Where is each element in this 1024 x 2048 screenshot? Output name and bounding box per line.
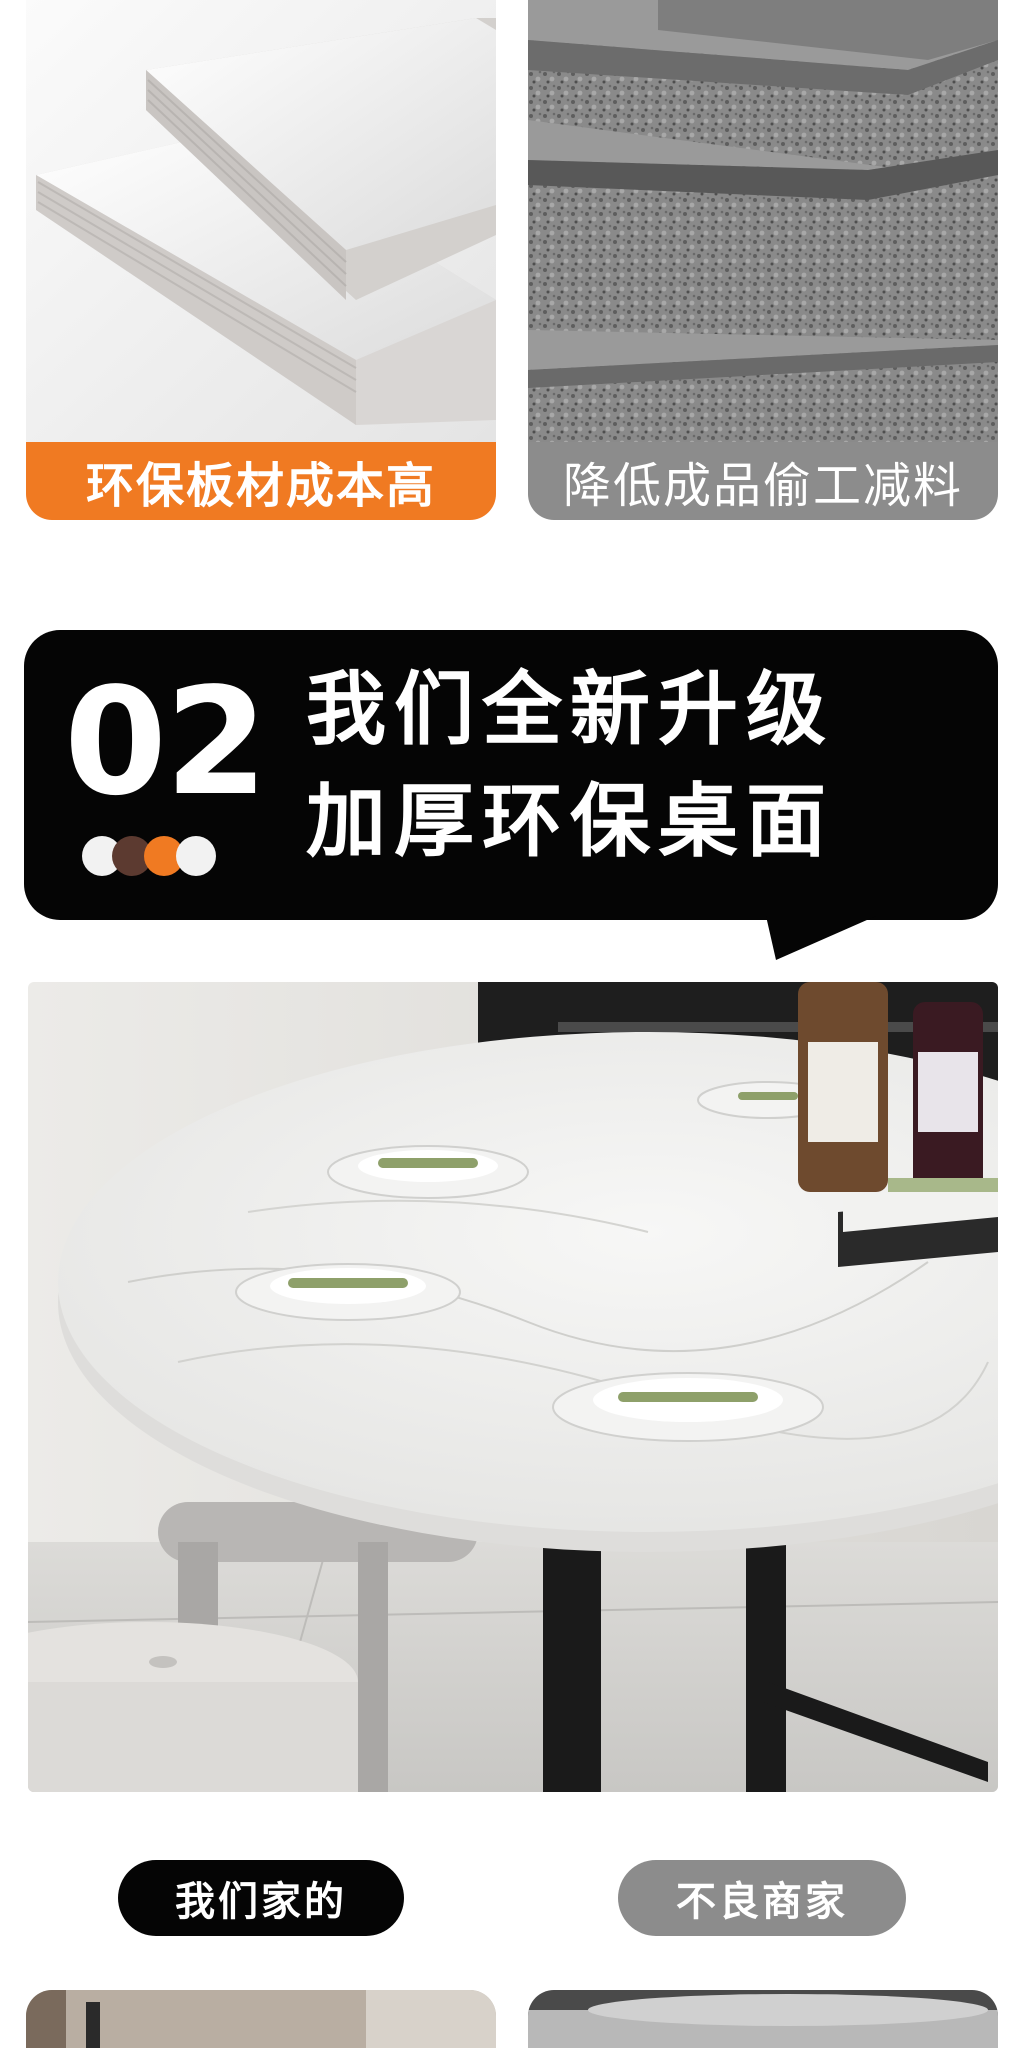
particle-board-photo: [528, 0, 998, 442]
premium-board-caption: 环保板材成本高: [26, 442, 496, 520]
banner-headline-2: 加厚环保桌面: [306, 775, 834, 868]
banner-speech-tail: [766, 916, 876, 960]
particle-board-caption: 降低成品偷工减料: [528, 442, 998, 520]
bad-photo-illustration: [528, 1990, 998, 2048]
white-board-photo: [26, 0, 496, 442]
ours-label: 我们家的: [118, 1860, 404, 1936]
banner-headline-1: 我们全新升级: [306, 663, 834, 756]
dining-table-illustration: [28, 982, 998, 1792]
color-dot-white-2: [176, 836, 216, 876]
premium-board-tile: 环保板材成本高: [26, 0, 496, 520]
ours-photo-preview: [26, 1990, 496, 2048]
dining-table-photo: [28, 982, 998, 1792]
particle-board-tile: 降低成品偷工减料: [528, 0, 998, 520]
ours-photo-illustration: [26, 1990, 496, 2048]
bad-photo-preview: [528, 1990, 998, 2048]
bad-merchant-label: 不良商家: [618, 1860, 906, 1936]
section-number: 02: [64, 656, 268, 828]
color-dots: [82, 836, 222, 876]
